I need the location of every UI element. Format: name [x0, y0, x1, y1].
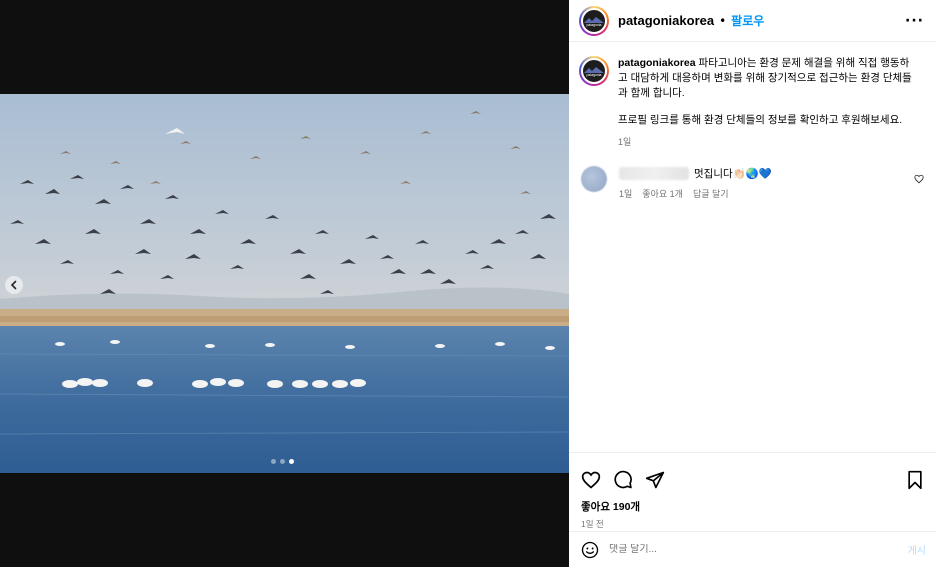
reply-button[interactable]: 답글 달기	[693, 187, 729, 200]
caption-line-2: 프로필 링크를 통해 환경 단체들의 정보를 확인하고 후원해보세요.	[618, 114, 903, 126]
like-count[interactable]: 좋아요 190개	[569, 499, 936, 514]
patagonia-logo: patagonia	[581, 7, 607, 34]
post-username[interactable]: patagoniakorea	[618, 13, 714, 28]
heart-icon	[914, 174, 924, 184]
carousel-indicator	[271, 459, 294, 464]
comment-time: 1일	[619, 189, 633, 199]
commenter-avatar[interactable]	[581, 166, 607, 192]
carousel-dot	[271, 459, 276, 464]
previous-image-button[interactable]	[5, 276, 23, 294]
post-comment-button[interactable]: 게시	[908, 542, 926, 557]
comment-icon	[614, 470, 632, 489]
carousel-dot-active	[289, 459, 294, 464]
post-time: 1일 전	[581, 519, 604, 529]
emoji-icon	[581, 541, 599, 558]
comment-button[interactable]	[613, 470, 633, 490]
bookmark-icon	[908, 470, 922, 490]
chevron-left-icon	[10, 280, 17, 290]
commenter-username-blurred[interactable]	[619, 167, 689, 180]
emoji-button[interactable]	[581, 541, 599, 559]
more-icon[interactable]: ···	[905, 13, 924, 29]
share-icon	[645, 471, 665, 489]
comment-box: 게시	[569, 531, 936, 567]
post-photo[interactable]	[0, 94, 569, 473]
comment: 멋집니다👏🏻🌏💙 1일 좋아요 1개 답글 달기	[579, 166, 924, 200]
separator-dot: •	[719, 13, 727, 28]
post-header: patagonia patagoniakorea • 팔로우 ···	[569, 0, 936, 42]
caption-text: patagoniakorea 파타고니아는 환경 문제 해결을 위해 직접 행동…	[618, 56, 918, 150]
action-bar: 좋아요 190개 1일 전	[569, 452, 936, 530]
patagonia-logo: patagonia	[581, 58, 607, 84]
svg-text:patagonia: patagonia	[587, 73, 602, 77]
comment-likes[interactable]: 좋아요 1개	[642, 187, 683, 200]
heart-icon	[581, 471, 601, 489]
comment-input[interactable]	[609, 544, 908, 555]
follow-button[interactable]: 팔로우	[731, 12, 764, 29]
caption: patagonia patagoniakorea 파타고니아는 환경 문제 해결…	[579, 56, 924, 150]
caption-avatar[interactable]: patagonia	[579, 56, 609, 86]
carousel-dot	[280, 459, 285, 464]
like-button[interactable]	[581, 470, 601, 490]
comment-text: 멋집니다👏🏻🌏💙	[694, 168, 772, 180]
avatar[interactable]: patagonia	[579, 5, 609, 36]
share-button[interactable]	[645, 470, 665, 490]
caption-username[interactable]: patagoniakorea	[618, 57, 696, 69]
caption-time: 1일	[618, 137, 632, 147]
media-panel	[0, 0, 569, 567]
save-button[interactable]	[906, 470, 924, 490]
post-panel: patagonia patagoniakorea • 팔로우 ··· patag…	[569, 0, 936, 567]
svg-text:patagonia: patagonia	[587, 23, 602, 27]
comment-like-button[interactable]	[914, 169, 924, 188]
comments-area: patagonia patagoniakorea 파타고니아는 환경 문제 해결…	[569, 42, 936, 200]
